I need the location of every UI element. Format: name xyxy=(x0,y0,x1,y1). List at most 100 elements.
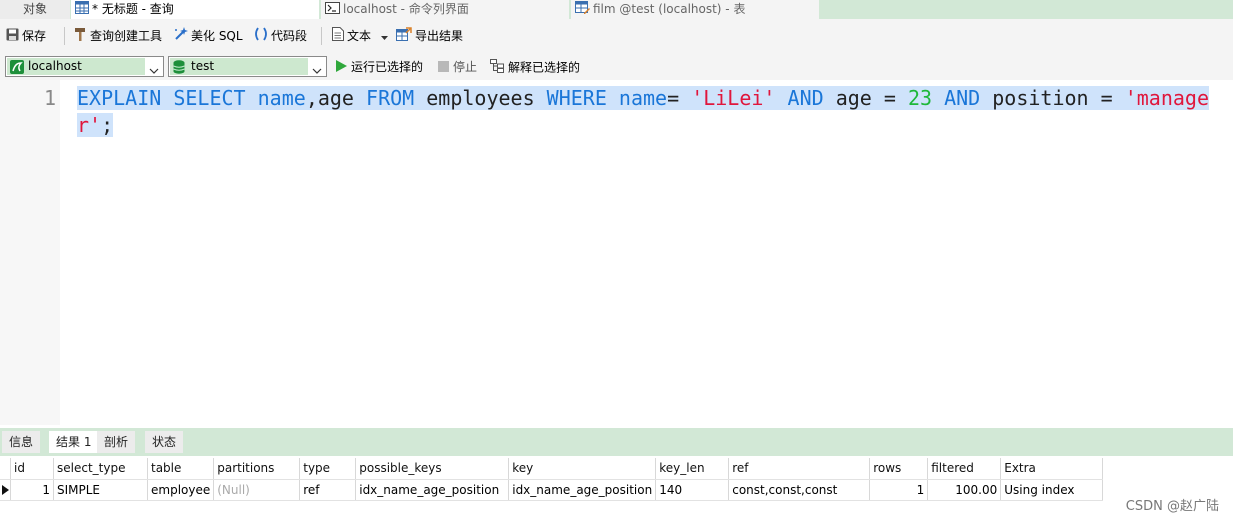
play-icon xyxy=(336,59,347,76)
column-header-key-len[interactable]: key_len xyxy=(655,458,730,480)
run-selected-button[interactable]: 运行已选择的 xyxy=(336,59,423,75)
result-table: id select_type table partitions type pos… xyxy=(0,458,1104,501)
tab-command-line-label: localhost - 命令列界面 xyxy=(343,2,469,16)
tab-objects[interactable]: 对象 xyxy=(0,0,70,19)
beautify-sql-label: 美化 SQL xyxy=(191,29,243,43)
cell-partitions[interactable]: (Null) xyxy=(213,479,301,501)
column-header-id[interactable]: id xyxy=(10,458,54,480)
code-snippet-button[interactable]: 代码段 xyxy=(254,27,307,45)
tab-profile-label: 剖析 xyxy=(104,435,129,449)
hammer-icon xyxy=(73,27,87,46)
cell-select-type[interactable]: SIMPLE xyxy=(53,479,148,501)
sql-editor[interactable]: 1 EXPLAIN SELECT name,age FROM employees… xyxy=(0,80,1233,425)
cell-rows[interactable]: 1 xyxy=(869,479,929,501)
sql-string: 'LiLei' xyxy=(691,86,776,110)
column-header-ref[interactable]: ref xyxy=(728,458,871,480)
database-icon xyxy=(173,60,185,77)
beautify-sql-button[interactable]: 美化 SQL xyxy=(173,27,243,45)
column-header-table[interactable]: table xyxy=(147,458,215,480)
export-results-button[interactable]: 导出结果 xyxy=(396,27,463,45)
cell-key[interactable]: idx_name_age_position xyxy=(508,479,657,501)
query-builder-label: 查询创建工具 xyxy=(90,29,163,43)
parentheses-icon xyxy=(254,27,268,46)
dropdown-arrow-icon[interactable] xyxy=(380,28,388,46)
explain-selected-button[interactable]: 解释已选择的 xyxy=(490,59,580,75)
chevron-down-icon[interactable] xyxy=(149,63,159,77)
connection-selector-row: localhost test 运行已选择的 停止 解释已选择的 xyxy=(0,53,1233,80)
tab-status[interactable]: 状态 xyxy=(145,431,184,453)
column-header-filtered[interactable]: filtered xyxy=(927,458,1002,480)
mysql-connection-icon xyxy=(10,60,24,77)
terminal-icon xyxy=(325,1,340,19)
stop-button[interactable]: 停止 xyxy=(438,59,477,75)
code-snippet-label: 代码段 xyxy=(271,29,308,43)
column-header-extra[interactable]: Extra xyxy=(1000,458,1104,480)
row-marker-header xyxy=(0,458,11,480)
cell-ref[interactable]: const,const,const xyxy=(728,479,871,501)
selected-sql-text[interactable]: EXPLAIN SELECT name,age FROM employees W… xyxy=(77,86,1210,137)
tab-info-label: 信息 xyxy=(9,435,34,449)
sql-text: ,age xyxy=(305,86,367,110)
export-results-label: 导出结果 xyxy=(415,29,464,43)
export-grid-icon xyxy=(396,27,412,46)
result-grid[interactable]: id select_type table partitions type pos… xyxy=(0,458,1233,520)
cell-possible-keys[interactable]: idx_name_age_position xyxy=(355,479,510,501)
column-header-partitions[interactable]: partitions xyxy=(213,458,301,480)
column-header-possible-keys[interactable]: possible_keys xyxy=(355,458,510,480)
tab-untitled-query-label: * 无标题 - 查询 xyxy=(92,2,174,16)
watermark: CSDN @赵广陆 xyxy=(1125,499,1219,514)
document-tab-bar: 对象 * 无标题 - 查询 localhost - 命令列界面 film @te… xyxy=(0,0,1233,19)
tab-info[interactable]: 信息 xyxy=(2,431,41,453)
sql-code[interactable]: EXPLAIN SELECT name,age FROM employees W… xyxy=(77,85,1217,139)
text-output-button[interactable]: 文本 xyxy=(332,27,388,45)
tab-objects-label: 对象 xyxy=(22,2,47,16)
tab-film-table-label: film @test (localhost) - 表 xyxy=(593,2,746,16)
result-tab-bar: 信息 结果 1 剖析 状态 xyxy=(0,428,1233,456)
tab-profile[interactable]: 剖析 xyxy=(97,431,136,453)
database-select[interactable]: test xyxy=(168,56,327,77)
toolbar-divider xyxy=(64,27,65,45)
line-number-gutter: 1 xyxy=(0,80,60,425)
column-header-type[interactable]: type xyxy=(299,458,357,480)
stop-label: 停止 xyxy=(453,60,478,74)
cell-id[interactable]: 1 xyxy=(10,479,54,501)
query-builder-button[interactable]: 查询创建工具 xyxy=(73,27,162,45)
tab-result-1[interactable]: 结果 1 xyxy=(49,431,99,453)
sql-keyword: name xyxy=(257,86,306,110)
save-button[interactable]: 保存 xyxy=(6,27,46,45)
tab-untitled-query[interactable]: * 无标题 - 查询 xyxy=(71,0,319,19)
sql-text: employees xyxy=(414,86,547,110)
explain-tree-icon xyxy=(490,59,504,77)
column-header-select-type[interactable]: select_type xyxy=(53,458,148,480)
sql-keyword: AND xyxy=(787,86,824,110)
sql-text: age = xyxy=(823,86,908,110)
cell-filtered[interactable]: 100.00 xyxy=(927,479,1002,501)
sql-text: position = xyxy=(980,86,1125,110)
sql-number: 23 xyxy=(907,86,933,110)
chevron-down-icon[interactable] xyxy=(312,63,322,77)
tab-film-table[interactable]: film @test (localhost) - 表 xyxy=(571,0,819,19)
column-header-key[interactable]: key xyxy=(508,458,657,480)
database-value: test xyxy=(191,59,215,73)
toolbar-divider xyxy=(321,27,322,45)
table-design-icon xyxy=(575,0,590,19)
sql-keyword: AND xyxy=(944,86,981,110)
line-number: 1 xyxy=(43,86,56,110)
cell-table[interactable]: employee xyxy=(147,479,215,501)
run-selected-label: 运行已选择的 xyxy=(351,60,424,74)
cell-extra[interactable]: Using index xyxy=(1000,479,1104,501)
text-output-label: 文本 xyxy=(347,29,372,43)
table-row[interactable]: 1 SIMPLE employee (Null) ref idx_name_ag… xyxy=(0,479,1104,501)
explain-selected-label: 解释已选择的 xyxy=(508,60,581,75)
tab-command-line[interactable]: localhost - 命令列界面 xyxy=(321,0,569,19)
sql-keyword: name xyxy=(618,86,668,110)
cell-type[interactable]: ref xyxy=(299,479,357,501)
current-row-marker-icon xyxy=(0,479,11,501)
column-header-rows[interactable]: rows xyxy=(869,458,929,480)
cell-key-len[interactable]: 140 xyxy=(655,479,730,501)
table-header-row: id select_type table partitions type pos… xyxy=(0,458,1104,480)
connection-value: localhost xyxy=(28,59,82,73)
connection-select[interactable]: localhost xyxy=(5,56,164,77)
